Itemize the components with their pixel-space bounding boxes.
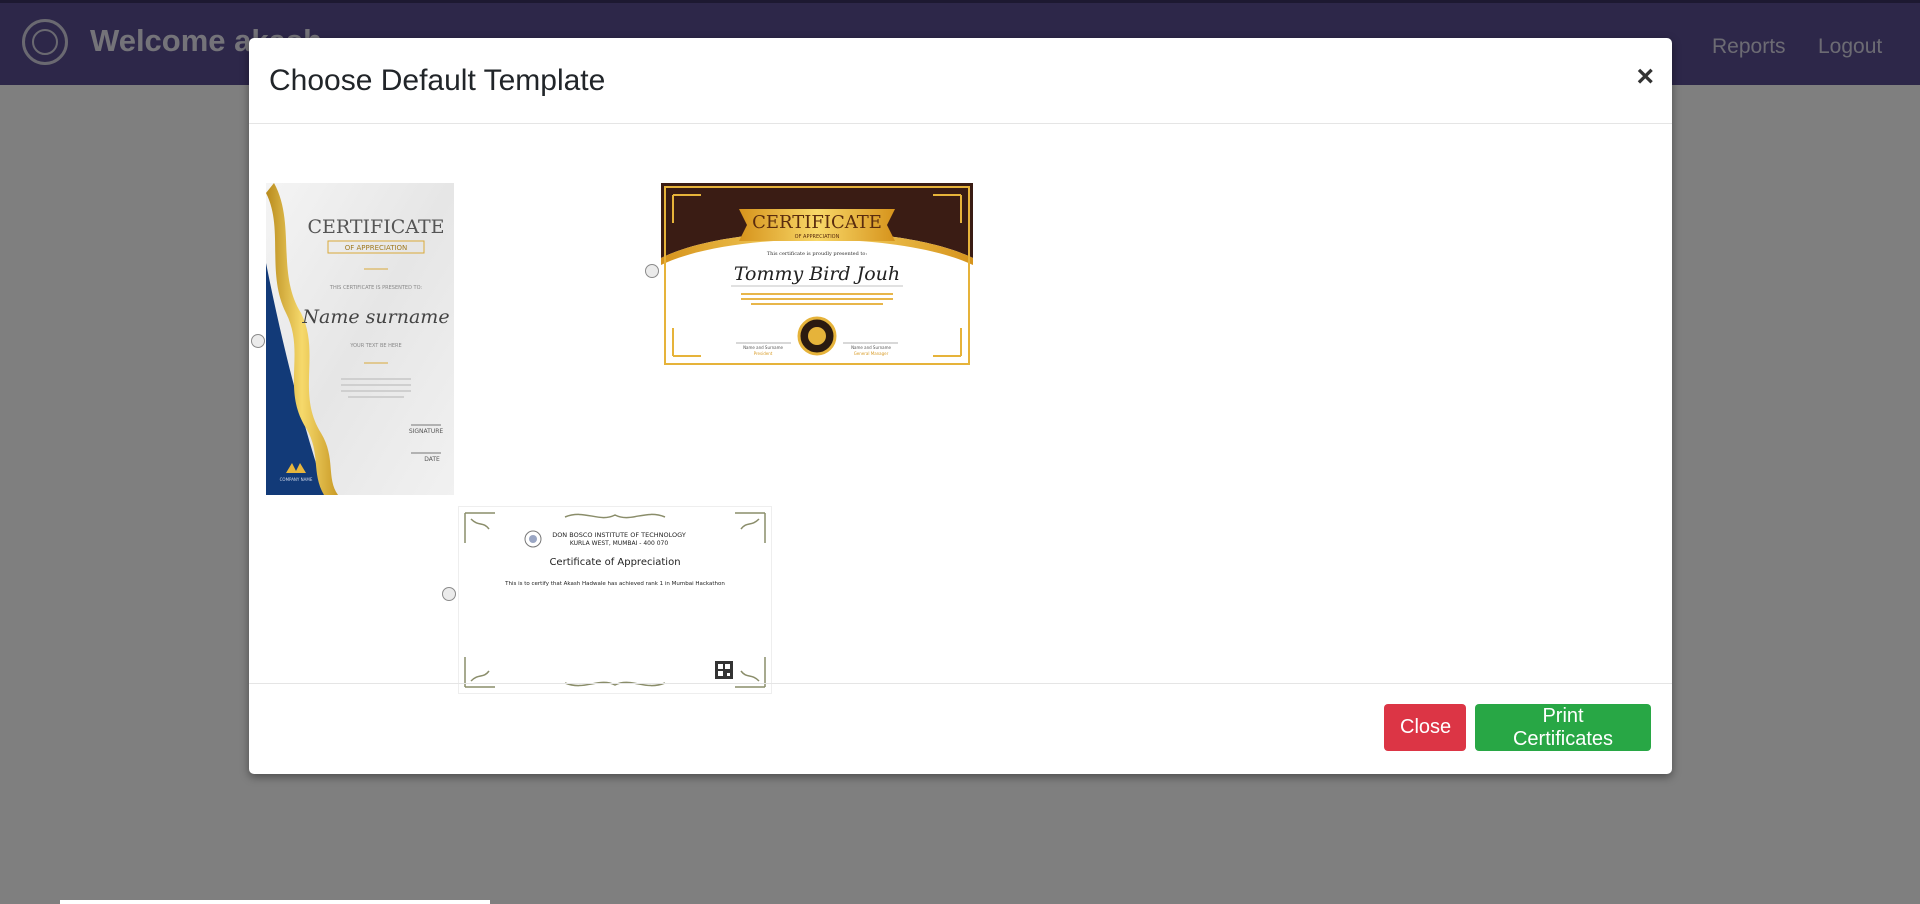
template-2-sig-left: Name and Surname: [743, 345, 783, 350]
template-1-name: Name surname: [301, 306, 449, 328]
horizontal-scrollbar[interactable]: [60, 900, 490, 904]
close-button[interactable]: Close: [1384, 704, 1466, 751]
template-2-presented: This certificate is proudly presented to…: [767, 251, 868, 257]
modal-footer: Close Print Certificates: [249, 683, 1672, 774]
template-radio-2[interactable]: [645, 264, 659, 278]
template-2-sig-right-role: General Manager: [854, 351, 889, 356]
template-1-date: DATE: [424, 456, 440, 463]
template-1-subheading: OF APPRECIATION: [345, 244, 408, 252]
template-radio-1[interactable]: [251, 334, 265, 348]
template-1-heading: CERTIFICATE: [307, 216, 444, 238]
template-3-body: This is to certify that Akash Hadwale ha…: [504, 581, 725, 587]
template-2-subheading: OF APPRECIATION: [795, 234, 840, 240]
template-radio-3[interactable]: [442, 587, 456, 601]
print-certificates-button[interactable]: Print Certificates: [1475, 704, 1651, 751]
template-2-sig-left-role: President: [754, 351, 773, 356]
template-1-for-text: YOUR TEXT BE HERE: [349, 343, 401, 349]
modal-body: CERTIFICATE OF APPRECIATION THIS CERTIFI…: [249, 124, 1672, 724]
template-2-name: Tommy Bird Jouh: [734, 263, 900, 285]
template-3-title: Certificate of Appreciation: [549, 557, 680, 568]
template-1-presented: THIS CERTIFICATE IS PRESENTED TO:: [329, 285, 423, 291]
template-1-company: COMPANY NAME: [280, 477, 313, 482]
template-2-sig-right: Name and Surname: [851, 345, 891, 350]
modal-title: Choose Default Template: [269, 64, 606, 97]
template-3-institute: DON BOSCO INSTITUTE OF TECHNOLOGY: [552, 531, 686, 539]
modal-header: Choose Default Template ×: [249, 38, 1672, 124]
template-2-heading: CERTIFICATE: [752, 212, 882, 233]
template-thumbnail-2[interactable]: CERTIFICATE OF APPRECIATION This certifi…: [661, 183, 973, 368]
template-1-signature: SIGNATURE: [409, 428, 444, 435]
close-icon[interactable]: ×: [1636, 60, 1654, 94]
template-modal: Choose Default Template × CERTIFICATE OF…: [249, 38, 1672, 774]
template-thumbnail-1[interactable]: CERTIFICATE OF APPRECIATION THIS CERTIFI…: [266, 183, 454, 495]
qr-code-icon: [715, 661, 733, 679]
template-thumbnail-3[interactable]: DON BOSCO INSTITUTE OF TECHNOLOGY KURLA …: [458, 506, 772, 694]
template-3-address: KURLA WEST, MUMBAI - 400 070: [570, 540, 669, 547]
